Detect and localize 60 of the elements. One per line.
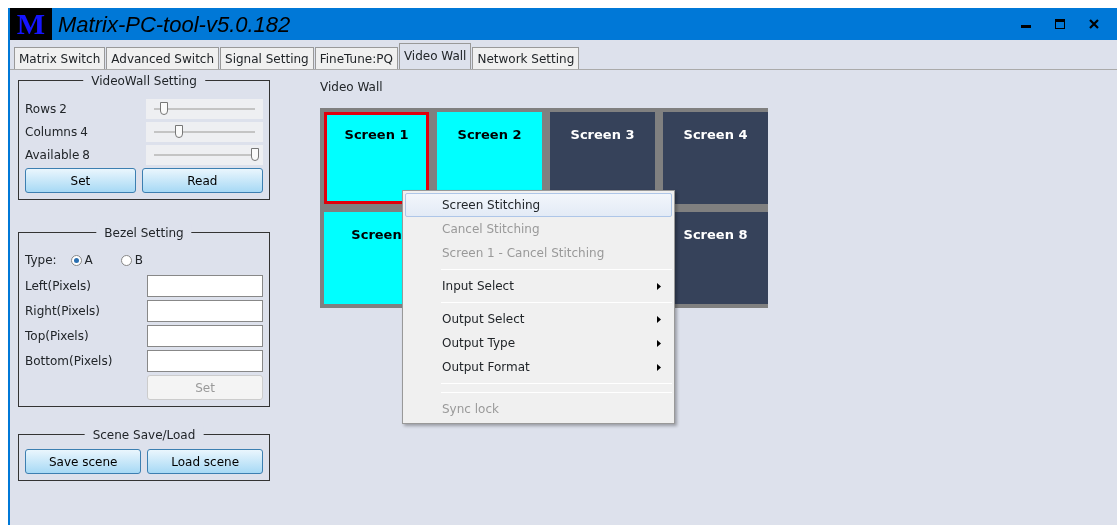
action-button[interactable]: Save scene	[25, 449, 142, 474]
menu-item[interactable]: Output Type	[405, 331, 672, 355]
group-title: Bezel Setting	[96, 224, 192, 242]
radio-button[interactable]	[120, 254, 132, 266]
tab[interactable]: Network Setting	[472, 47, 580, 69]
submenu-arrow-icon	[657, 315, 661, 323]
menu-item[interactable]: Output Select	[405, 307, 672, 331]
field-label: Top(Pixels)	[25, 328, 89, 345]
submenu-arrow-icon	[657, 363, 661, 371]
tab[interactable]: Matrix Switch	[14, 47, 106, 69]
field-label: Right(Pixels)	[25, 303, 100, 320]
submenu-arrow-icon	[657, 282, 661, 290]
input-field[interactable]	[147, 300, 263, 322]
submenu-arrow-icon	[657, 339, 661, 347]
close-icon	[1089, 19, 1099, 29]
action-button[interactable]: Load scene	[147, 449, 263, 474]
maximize-icon	[1055, 19, 1065, 29]
menu-item[interactable]: Output Format	[405, 355, 672, 379]
screen-tile[interactable]: Screen 4	[663, 112, 768, 204]
menu-item-label: Input Select	[442, 278, 514, 295]
action-button[interactable]: Set	[25, 168, 136, 193]
action-button[interactable]: Read	[141, 168, 263, 193]
type-label: Type:	[25, 252, 57, 269]
menu-item-label: Output Format	[442, 359, 530, 376]
slider-thumb[interactable]	[160, 102, 169, 115]
slider[interactable]	[146, 99, 263, 119]
slider-value: 8	[82, 147, 90, 164]
input-field[interactable]	[147, 275, 263, 297]
screen-tile[interactable]: Screen 1	[324, 112, 429, 204]
menu-item-label: Screen 1 - Cancel Stitching	[442, 245, 605, 262]
menu-item-label: Output Select	[442, 311, 525, 328]
input-field[interactable]	[147, 350, 263, 372]
menu-item-label: Sync lock	[442, 401, 499, 418]
slider[interactable]	[146, 122, 263, 142]
group-title: Scene Save/Load	[84, 426, 204, 444]
slider-thumb[interactable]	[251, 148, 259, 161]
tab[interactable]: FineTune:PQ	[314, 47, 398, 69]
window-title: Matrix-PC-tool-v5.0.182	[58, 10, 291, 39]
field-label: Bottom(Pixels)	[25, 353, 113, 370]
slider-label: Available	[25, 147, 80, 164]
slider[interactable]	[146, 145, 263, 165]
field-label: Left(Pixels)	[25, 278, 91, 295]
radio-label: B	[134, 252, 144, 269]
radio-button[interactable]	[70, 254, 82, 266]
slider-value: 4	[80, 124, 88, 141]
app-logo: M	[10, 8, 52, 40]
menu-item-label: Cancel Stitching	[442, 221, 540, 238]
radio-label: A	[84, 252, 93, 269]
tab[interactable]: Video Wall	[398, 43, 472, 69]
slider-label: Rows	[25, 101, 57, 118]
slider-thumb[interactable]	[175, 125, 184, 138]
menu-item-label: Output Type	[442, 335, 516, 352]
slider-label: Columns	[25, 124, 78, 141]
input-field[interactable]	[147, 325, 263, 347]
tab[interactable]: Signal Setting	[220, 47, 314, 69]
menu-item[interactable]: Screen Stitching	[405, 193, 672, 217]
group-title: VideoWall Setting	[83, 72, 205, 90]
video-wall-label: Video Wall	[320, 79, 384, 96]
slider-value: 2	[59, 101, 67, 118]
tab[interactable]: Advanced Switch	[106, 47, 220, 69]
